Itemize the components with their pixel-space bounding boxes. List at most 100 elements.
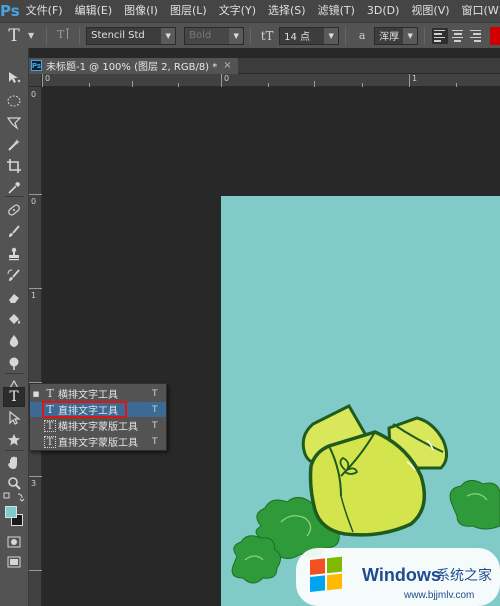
font-family-value: Stencil Std	[91, 30, 145, 41]
zongzi-illustration	[231, 404, 500, 584]
ruler-tick	[29, 570, 42, 571]
tools-panel: T	[0, 48, 29, 606]
screen-mode-icon[interactable]	[3, 552, 25, 572]
menu-window[interactable]: 窗口(W)	[456, 0, 500, 22]
font-style-select[interactable]: Bold ▼	[184, 26, 245, 45]
text-orientation-icon[interactable]: T	[53, 26, 73, 46]
antialias-select[interactable]: 浑厚 ▼	[374, 26, 419, 45]
text-color-swatch[interactable]	[490, 27, 500, 45]
flyout-item-label: 横排文字蒙版工具	[58, 422, 138, 433]
lasso-tool-icon[interactable]	[3, 113, 25, 133]
custom-shape-tool-icon[interactable]	[3, 430, 25, 450]
horizontal-type-mask-icon: T	[44, 419, 56, 432]
ruler-corner	[29, 74, 42, 87]
dodge-tool-icon[interactable]	[3, 353, 25, 373]
menu-view[interactable]: 视图(V)	[405, 0, 455, 22]
selected-bullet-icon: ■	[32, 389, 40, 398]
marquee-tool-icon[interactable]	[3, 91, 25, 111]
ruler-label: 0	[31, 90, 37, 99]
document-canvas[interactable]	[221, 196, 500, 606]
eraser-tool-icon[interactable]	[3, 288, 25, 308]
vertical-ruler: 0 0 1 2 3	[29, 87, 42, 606]
ruler-label: 1	[412, 74, 418, 83]
align-center-button[interactable]	[450, 28, 466, 44]
flyout-item-horizontal-type-mask[interactable]: T 横排文字蒙版工具 T	[30, 418, 166, 433]
type-tool-preset-icon[interactable]: T	[0, 26, 28, 46]
magic-wand-tool-icon[interactable]	[3, 135, 25, 155]
clone-stamp-tool-icon[interactable]	[3, 244, 25, 264]
history-brush-tool-icon[interactable]	[3, 266, 25, 286]
ruler-tick	[29, 476, 42, 477]
document-title: 未标题-1 @ 100% (图层 2, RGB/8) *	[46, 62, 218, 73]
shortcut-key: T	[152, 404, 158, 415]
font-family-select[interactable]: Stencil Std ▼	[86, 26, 177, 45]
ruler-tick	[42, 74, 43, 87]
ruler-label: 0	[31, 197, 37, 206]
chevron-down-icon: ▼	[403, 27, 418, 44]
watermark: Windows 系统之家 www.bjjmlv.com	[296, 548, 500, 606]
ruler-label: 0	[45, 74, 51, 83]
document-tab[interactable]: Ps 未标题-1 @ 100% (图层 2, RGB/8) * ×	[29, 57, 238, 74]
swap-colors-icon[interactable]	[3, 491, 25, 503]
options-bar: T ▼ T Stencil Std ▼ Bold ▼ tT 14 点 ▼ a 浑…	[0, 22, 500, 48]
close-icon[interactable]: ×	[223, 60, 231, 71]
canvas-workspace[interactable]	[42, 87, 500, 606]
ruler-tick	[29, 194, 42, 195]
separator	[345, 26, 347, 45]
menu-3d[interactable]: 3D(D)	[361, 0, 406, 22]
shortcut-key: T	[152, 436, 158, 447]
quick-mask-icon[interactable]	[3, 532, 25, 552]
separator	[5, 373, 24, 374]
ruler-label: 1	[31, 291, 37, 300]
menu-edit[interactable]: 编辑(E)	[69, 0, 119, 22]
type-tool-icon[interactable]: T	[3, 387, 25, 407]
font-size-icon: tT	[260, 28, 274, 43]
crop-tool-icon[interactable]	[3, 156, 25, 176]
menu-layer[interactable]: 图层(L)	[164, 0, 213, 22]
healing-brush-tool-icon[interactable]	[3, 200, 25, 220]
blur-tool-icon[interactable]	[3, 331, 25, 351]
menu-filter[interactable]: 滤镜(T)	[312, 0, 361, 22]
photoshop-logo: Ps	[0, 2, 20, 20]
preset-dropdown-arrow-icon[interactable]: ▼	[28, 31, 34, 40]
antialias-icon: a	[352, 29, 372, 42]
separator	[424, 26, 426, 45]
ruler-tick	[29, 288, 42, 289]
watermark-url: www.bjjmlv.com	[403, 590, 474, 601]
move-tool-icon[interactable]	[3, 68, 25, 88]
paint-bucket-tool-icon[interactable]	[3, 310, 25, 330]
font-size-select[interactable]: 14 点 ▼	[279, 26, 340, 45]
menu-file[interactable]: 文件(F)	[20, 0, 69, 22]
menu-type[interactable]: 文字(Y)	[213, 0, 262, 22]
path-selection-tool-icon[interactable]	[3, 408, 25, 428]
ruler-label: 3	[31, 479, 37, 488]
eyedropper-tool-icon[interactable]	[3, 178, 25, 198]
align-right-button[interactable]	[468, 28, 484, 44]
shortcut-key: T	[152, 420, 158, 431]
flyout-item-horizontal-type[interactable]: ■ T 横排文字工具 T	[30, 386, 166, 401]
chevron-down-icon: ▼	[161, 27, 176, 44]
font-style-value: Bold	[189, 30, 212, 41]
zoom-tool-icon[interactable]	[3, 473, 25, 493]
flyout-item-vertical-type-mask[interactable]: T 直排文字蒙版工具 T	[30, 434, 166, 449]
ruler-label: 0	[224, 74, 230, 83]
hand-tool-icon[interactable]	[3, 453, 25, 473]
separator	[5, 196, 24, 197]
foreground-color-swatch[interactable]	[5, 506, 17, 518]
separator	[250, 26, 252, 45]
menu-select[interactable]: 选择(S)	[262, 0, 312, 22]
watermark-brand: Windows	[362, 565, 441, 585]
menu-bar: Ps 文件(F) 编辑(E) 图像(I) 图层(L) 文字(Y) 选择(S) 滤…	[0, 0, 500, 22]
separator	[5, 450, 24, 451]
separator	[79, 26, 81, 45]
horizontal-type-icon: T	[46, 387, 54, 400]
document-tab-bar: Ps 未标题-1 @ 100% (图层 2, RGB/8) * ×	[29, 57, 500, 74]
font-size-value: 14 点	[284, 32, 311, 43]
menu-image[interactable]: 图像(I)	[118, 0, 164, 22]
watermark-cn: 系统之家	[436, 567, 492, 584]
shortcut-key: T	[152, 388, 158, 399]
align-left-button[interactable]	[432, 27, 449, 44]
chevron-down-icon: ▼	[324, 27, 339, 44]
ps-document-icon: Ps	[31, 60, 42, 71]
brush-tool-icon[interactable]	[3, 222, 25, 242]
